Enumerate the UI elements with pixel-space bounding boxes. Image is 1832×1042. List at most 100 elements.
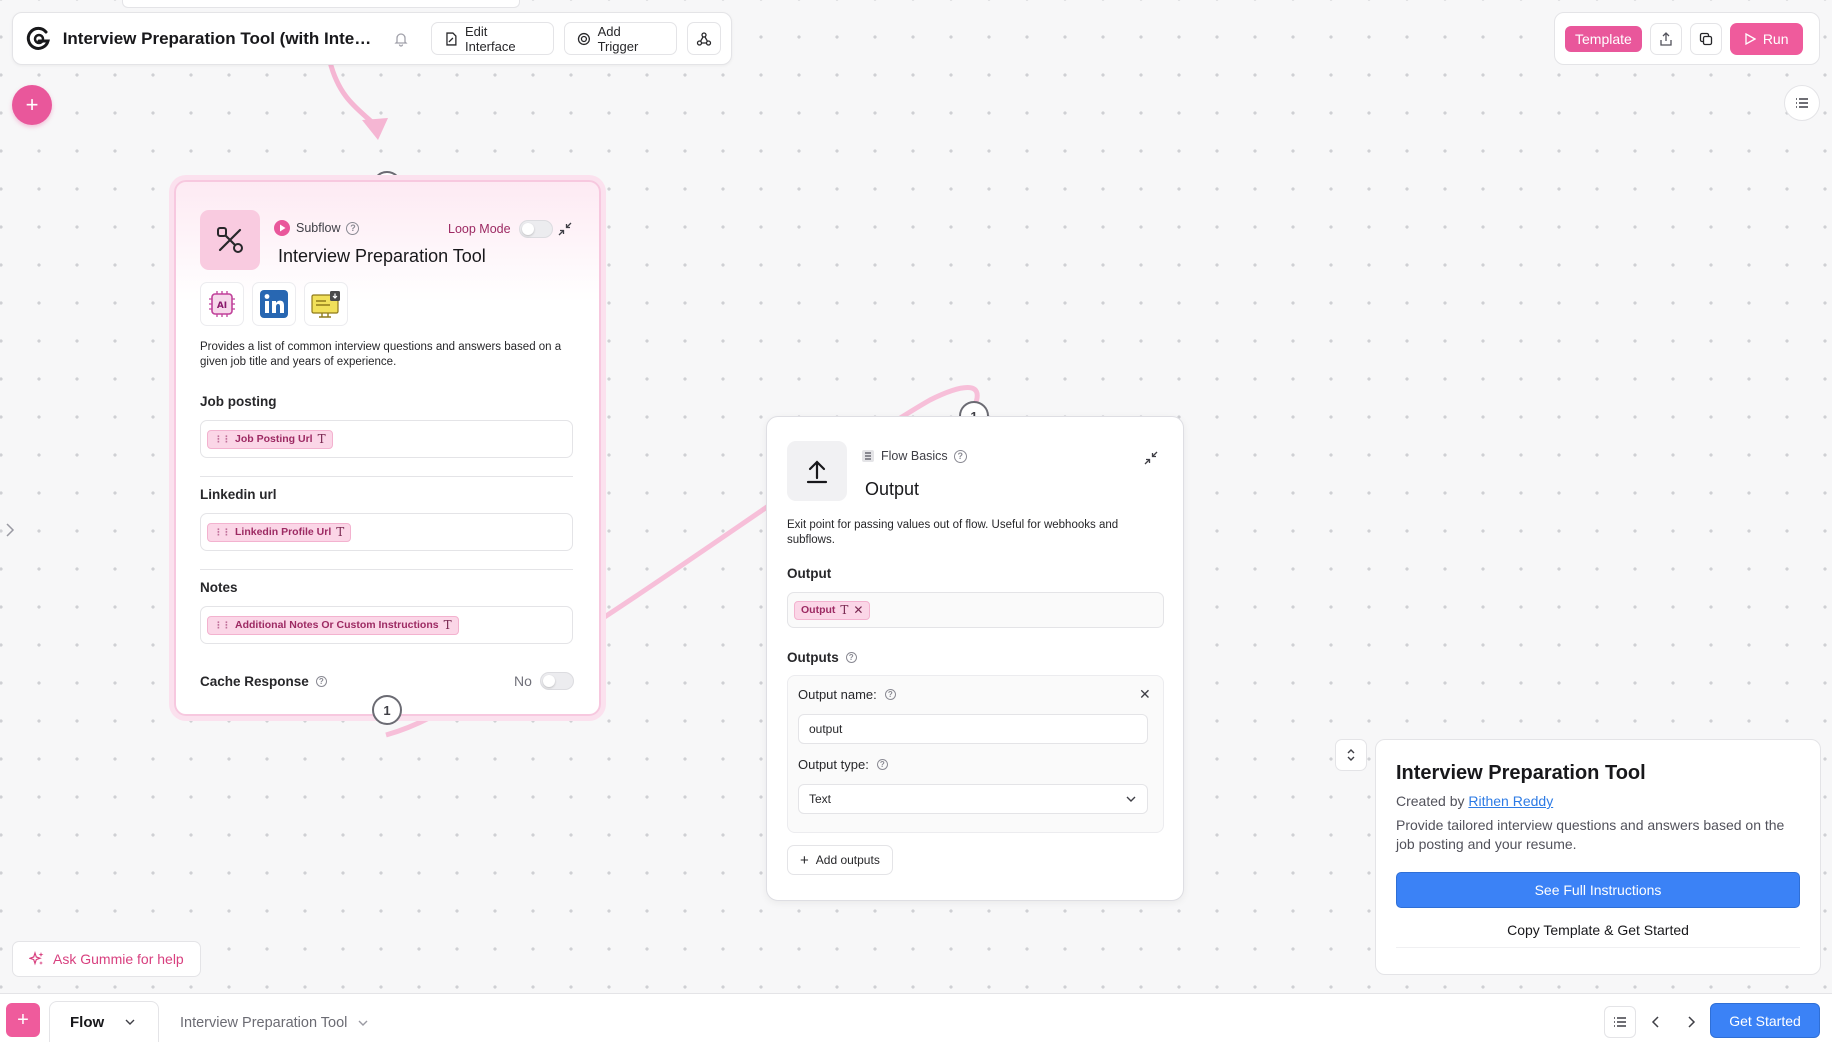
run-button[interactable]: Run bbox=[1729, 22, 1803, 55]
field-divider bbox=[200, 476, 573, 477]
copy-template-button[interactable]: Copy Template & Get Started bbox=[1396, 912, 1800, 948]
subflow-category: Subflow ? bbox=[274, 220, 360, 236]
list-icon bbox=[1796, 98, 1808, 108]
cache-response-control: No bbox=[514, 672, 574, 690]
template-info-panel: Interview Preparation Tool Created by Ri… bbox=[1375, 739, 1821, 975]
outputs-header: Outputs ? bbox=[787, 650, 857, 665]
copy-icon bbox=[1699, 32, 1712, 45]
output-category: Flow Basics ? bbox=[861, 449, 967, 463]
output-name-input[interactable]: output bbox=[798, 714, 1148, 744]
subflow-apps: AI bbox=[200, 282, 348, 326]
created-by: Created by Rithen Reddy bbox=[1396, 793, 1800, 809]
add-tab-button[interactable]: + bbox=[6, 1003, 40, 1037]
duplicate-button[interactable] bbox=[1689, 22, 1722, 55]
drag-handle-icon[interactable]: ⋮⋮ bbox=[214, 527, 231, 538]
output-node[interactable]: Flow Basics ? Output Exit point for pass… bbox=[766, 416, 1184, 901]
chevron-down-icon bbox=[1126, 796, 1136, 802]
subflow-node[interactable]: Subflow ? Loop Mode Interview Preparatio… bbox=[174, 180, 601, 716]
help-icon[interactable]: ? bbox=[953, 449, 967, 463]
top-toolbar: Interview Preparation Tool (with Interf.… bbox=[12, 12, 732, 65]
variable-chip[interactable]: Output T ✕ bbox=[794, 600, 871, 620]
chip-label: Additional Notes Or Custom Instructions bbox=[235, 619, 439, 631]
see-full-instructions-button[interactable]: See Full Instructions bbox=[1396, 872, 1800, 908]
variable-chip[interactable]: ⋮⋮ Job Posting Url T bbox=[207, 429, 333, 449]
output-type-select[interactable]: Text bbox=[798, 784, 1148, 814]
help-icon[interactable]: ? bbox=[884, 689, 896, 700]
node-list-button[interactable] bbox=[1784, 85, 1820, 121]
logs-button[interactable] bbox=[1604, 1006, 1636, 1038]
remove-chip-icon[interactable]: ✕ bbox=[853, 603, 863, 617]
output-value-input[interactable]: Output T ✕ bbox=[787, 592, 1164, 628]
bell-icon[interactable] bbox=[391, 29, 411, 49]
run-label: Run bbox=[1762, 30, 1789, 47]
plus-icon: + bbox=[17, 1008, 29, 1031]
output-title: Output bbox=[865, 479, 920, 499]
add-node-button[interactable]: + bbox=[12, 85, 52, 125]
help-icon[interactable]: ? bbox=[315, 676, 327, 687]
share-button[interactable] bbox=[1649, 22, 1682, 55]
output-name-row: Output name: ? bbox=[798, 687, 896, 702]
collapse-icon[interactable] bbox=[1144, 451, 1158, 470]
variable-chip[interactable]: ⋮⋮ Linkedin Profile Url T bbox=[207, 522, 352, 542]
previous-arrow-icon[interactable] bbox=[1644, 1010, 1668, 1034]
toggle-panel-button[interactable] bbox=[1335, 739, 1367, 771]
subflow-output-count-badge[interactable]: 1 bbox=[372, 695, 402, 725]
collapse-icon[interactable] bbox=[558, 222, 572, 241]
author-link[interactable]: Rithen Reddy bbox=[1468, 793, 1553, 809]
outputs-label: Outputs bbox=[787, 650, 839, 665]
subflow-category-label: Subflow bbox=[296, 221, 341, 235]
svg-text:AI: AI bbox=[217, 301, 227, 311]
cache-response-row: Cache Response ? bbox=[200, 674, 327, 689]
ask-gummie-button[interactable]: Ask Gummie for help bbox=[12, 941, 201, 977]
output-type-row: Output type: ? bbox=[798, 757, 888, 772]
template-button[interactable]: Template bbox=[1565, 25, 1642, 52]
expand-sidebar-chevron-icon[interactable] bbox=[2, 520, 18, 540]
top-right-toolbar: Template Run bbox=[1554, 12, 1820, 65]
cache-response-value: No bbox=[514, 673, 532, 689]
variable-chip[interactable]: ⋮⋮ Additional Notes Or Custom Instruction… bbox=[207, 615, 459, 635]
gumloop-logo-icon[interactable] bbox=[25, 25, 53, 53]
text-type-icon: T bbox=[443, 618, 452, 632]
subflow-title: Interview Preparation Tool bbox=[278, 246, 486, 266]
add-trigger-button[interactable]: Add Trigger bbox=[563, 22, 678, 55]
remove-output-close-icon[interactable]: ✕ bbox=[1139, 686, 1151, 703]
get-started-button[interactable]: Get Started bbox=[1710, 1003, 1820, 1038]
subflow-description: Provides a list of common interview ques… bbox=[200, 341, 562, 368]
webhook-button[interactable] bbox=[687, 22, 722, 55]
output-type-value: Text bbox=[809, 792, 832, 806]
chevron-down-icon[interactable] bbox=[124, 1016, 136, 1028]
chevron-down-icon[interactable] bbox=[357, 1017, 369, 1029]
cache-response-toggle[interactable] bbox=[539, 672, 574, 690]
text-type-icon: T bbox=[317, 432, 326, 446]
drag-handle-icon[interactable]: ⋮⋮ bbox=[214, 620, 231, 631]
play-circle-icon bbox=[274, 220, 290, 236]
field-label-linkedin-url: Linkedin url bbox=[200, 487, 277, 502]
loop-mode-label: Loop Mode bbox=[448, 222, 511, 236]
template-title: Interview Preparation Tool bbox=[1396, 762, 1646, 784]
help-icon[interactable]: ? bbox=[876, 759, 888, 770]
tab-interview-preparation-tool[interactable]: Interview Preparation Tool bbox=[180, 1012, 369, 1034]
job-posting-input[interactable]: ⋮⋮ Job Posting Url T bbox=[200, 420, 573, 458]
add-outputs-button[interactable]: + Add outputs bbox=[787, 845, 893, 875]
tab-flow-label: Flow bbox=[70, 1013, 105, 1031]
notes-input[interactable]: ⋮⋮ Additional Notes Or Custom Instruction… bbox=[200, 606, 573, 644]
linkedin-icon bbox=[252, 282, 296, 326]
linkedin-url-input[interactable]: ⋮⋮ Linkedin Profile Url T bbox=[200, 513, 573, 551]
help-icon[interactable]: ? bbox=[845, 652, 857, 663]
tab-interface-label: Interview Preparation Tool bbox=[180, 1015, 348, 1031]
loop-mode-toggle[interactable] bbox=[518, 220, 553, 238]
add-outputs-label: Add outputs bbox=[815, 853, 880, 867]
next-arrow-icon[interactable] bbox=[1679, 1010, 1703, 1034]
subflow-node-icon bbox=[200, 210, 260, 270]
flow-title[interactable]: Interview Preparation Tool (with Interf.… bbox=[63, 29, 378, 49]
tab-flow[interactable]: Flow bbox=[49, 1001, 159, 1042]
plus-icon: + bbox=[25, 92, 39, 117]
drag-handle-icon[interactable]: ⋮⋮ bbox=[214, 434, 231, 445]
field-label-notes: Notes bbox=[200, 580, 238, 595]
expand-vertical-icon bbox=[1347, 749, 1355, 761]
output-category-label: Flow Basics bbox=[881, 449, 948, 463]
output-type-label: Output type: bbox=[798, 757, 869, 772]
help-icon[interactable]: ? bbox=[346, 221, 360, 235]
web-scraper-icon bbox=[304, 282, 348, 326]
edit-interface-button[interactable]: Edit Interface bbox=[431, 22, 554, 55]
